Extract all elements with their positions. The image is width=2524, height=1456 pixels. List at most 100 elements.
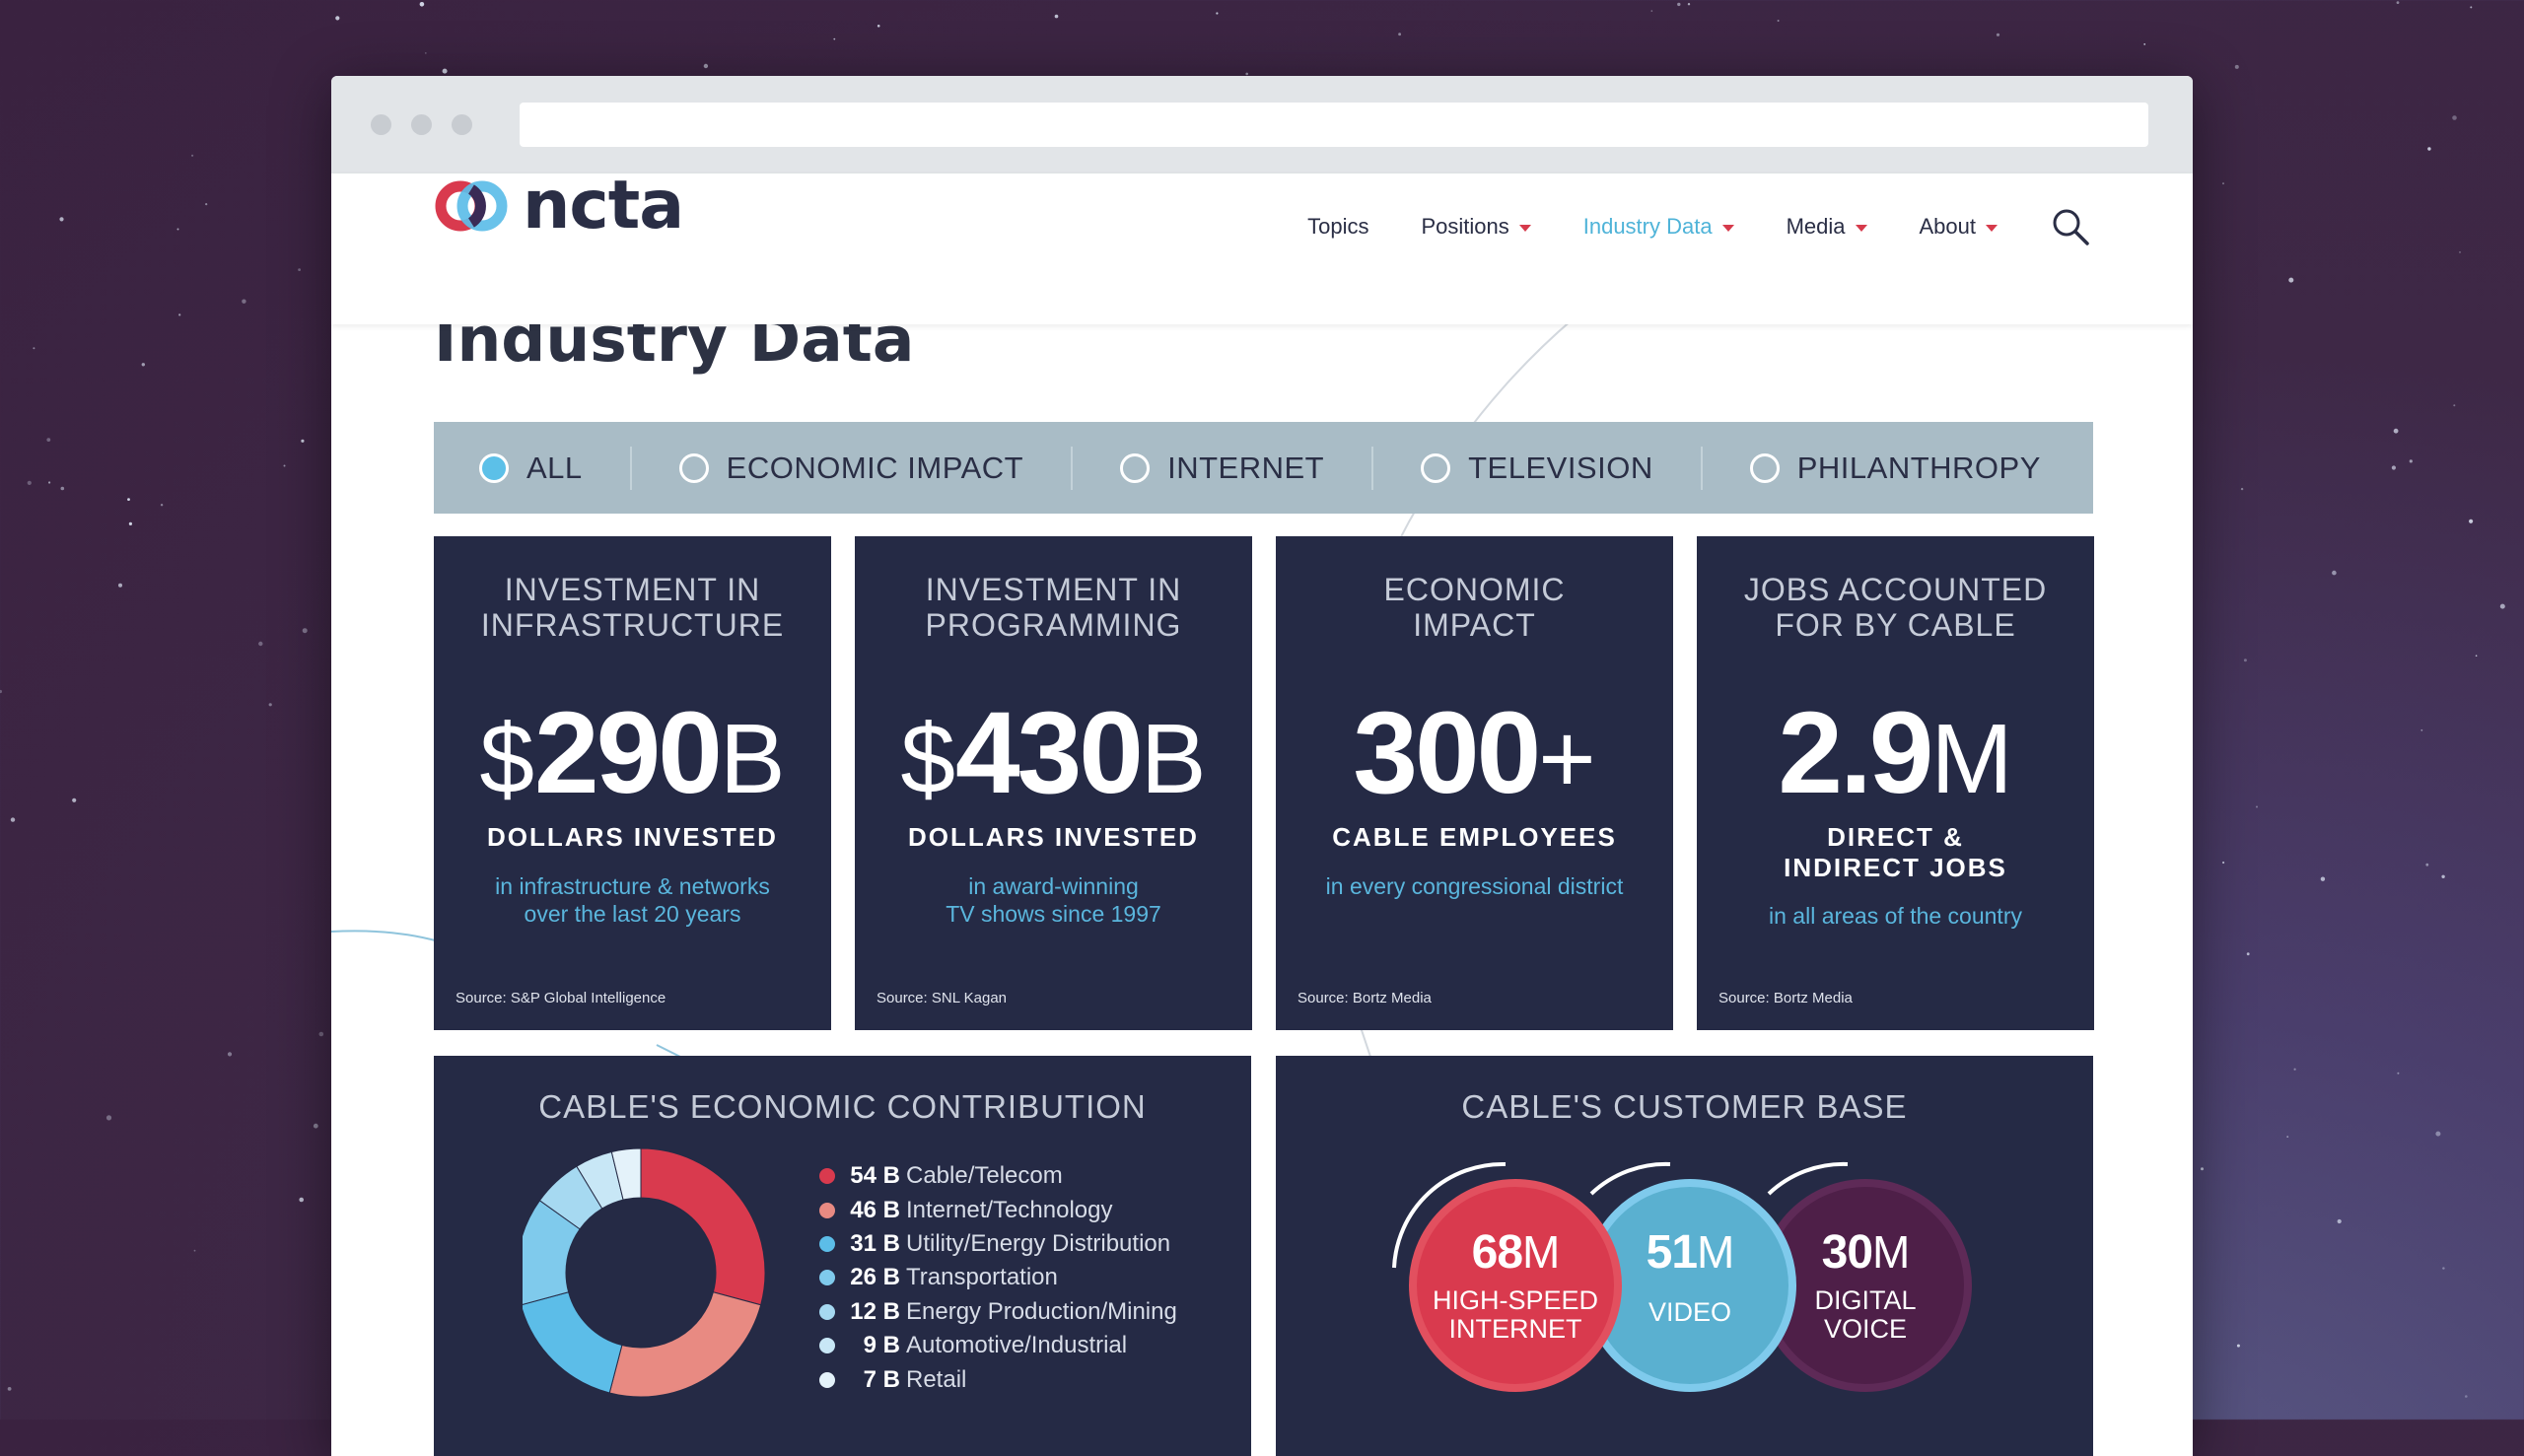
legend-swatch xyxy=(819,1168,835,1185)
donut-slice-utility-energy-distribution[interactable] xyxy=(523,1291,623,1394)
star xyxy=(7,1387,12,1391)
nav-item-topics[interactable]: Topics xyxy=(1307,214,1368,240)
stat-card-title: INVESTMENT IN PROGRAMMING xyxy=(855,572,1252,643)
star xyxy=(105,1115,112,1121)
star xyxy=(2470,6,2473,9)
radio-button[interactable] xyxy=(1749,452,1780,483)
legend-value: 31 B xyxy=(850,1229,900,1257)
stat-card-title: JOBS ACCOUNTED FOR BY CABLE xyxy=(1697,572,2094,643)
stat-card-source: Source: Bortz Media xyxy=(1297,990,1432,1006)
star xyxy=(2453,404,2456,407)
star xyxy=(2420,728,2423,731)
nav-item-media[interactable]: Media xyxy=(1787,214,1867,240)
star xyxy=(2293,1068,2296,1071)
star xyxy=(298,268,301,271)
star xyxy=(1996,33,2000,36)
star xyxy=(2396,1,2400,5)
stat-subtitle-line: DIRECT & xyxy=(1827,822,1964,852)
stat-card-description: in infrastructure & networks over the las… xyxy=(444,872,821,928)
stat-card-description: in all areas of the country xyxy=(1707,902,2084,930)
radio-button[interactable] xyxy=(479,452,509,483)
stat-card-description: in award-winning TV shows since 1997 xyxy=(865,872,1242,928)
stat-card-subtitle: DIRECT & INDIRECT JOBS xyxy=(1697,822,2094,883)
stat-subtitle-line: DOLLARS INVESTED xyxy=(487,822,778,852)
filter-economic-impact[interactable]: ECONOMIC IMPACT xyxy=(632,446,1074,490)
star xyxy=(876,25,880,28)
bubble-number: 30 xyxy=(1821,1226,1873,1279)
stat-card-title-line: ECONOMIC xyxy=(1383,572,1566,607)
bubble-number: 51 xyxy=(1646,1226,1698,1279)
customer-bubble[interactable]: 68M HIGH-SPEED INTERNET xyxy=(1409,1179,1622,1392)
star xyxy=(2442,1267,2445,1270)
stat-prefix: $ xyxy=(900,704,956,814)
star xyxy=(419,2,425,7)
star xyxy=(2409,459,2413,463)
star xyxy=(60,486,65,491)
bubble-label: VIDEO xyxy=(1591,1298,1788,1327)
star xyxy=(318,1031,324,1037)
stat-card[interactable]: INVESTMENT IN INFRASTRUCTURE $290B DOLLARS … xyxy=(434,536,831,1030)
legend-label: Energy Production/Mining xyxy=(906,1297,1177,1325)
bubble-number: 68 xyxy=(1471,1226,1523,1279)
caret-down-icon xyxy=(1518,225,1531,232)
stat-card-source: Source: S&P Global Intelligence xyxy=(456,990,666,1006)
economic-chart-legend: 54 B Cable/Telecom 46 B Internet/Technology… xyxy=(819,1159,1177,1397)
filter-label: INTERNET xyxy=(1167,450,1325,485)
nav-item-positions[interactable]: Positions xyxy=(1421,214,1531,240)
star xyxy=(2475,655,2478,657)
filter-all[interactable]: ALL xyxy=(434,446,632,490)
bubble-value: 30M xyxy=(1767,1226,1964,1279)
stat-card-source: Source: SNL Kagan xyxy=(876,990,1008,1006)
address-bar[interactable] xyxy=(520,103,2148,147)
stat-card-value: $430B xyxy=(855,694,1252,818)
star xyxy=(141,363,145,367)
radio-button[interactable] xyxy=(1421,452,1451,483)
star xyxy=(2337,1218,2342,1224)
radio-button[interactable] xyxy=(1120,452,1151,483)
star xyxy=(2441,874,2445,878)
legend-value: 54 B xyxy=(850,1162,900,1190)
legend-swatch xyxy=(819,1303,835,1320)
stat-description-line: in all areas of the country xyxy=(1769,903,2022,929)
stat-card[interactable]: ECONOMIC IMPACT 300+ CABLE EMPLOYEES in ever… xyxy=(1276,536,1673,1030)
donut-slice-cable-telecom[interactable] xyxy=(640,1147,766,1306)
stat-card-source: Source: Bortz Media xyxy=(1718,990,1853,1006)
radio-button[interactable] xyxy=(678,452,709,483)
stat-unit: + xyxy=(1538,704,1596,814)
stat-card[interactable]: INVESTMENT IN PROGRAMMING $430B DOLLARS INV… xyxy=(855,536,1252,1030)
stat-number: 2.9 xyxy=(1778,688,1933,818)
star xyxy=(2201,1167,2204,1171)
stat-description-line: in every congressional district xyxy=(1325,873,1624,899)
window-close-dot[interactable] xyxy=(371,114,391,135)
legend-swatch xyxy=(819,1338,835,1354)
donut-slice-internet-technology[interactable] xyxy=(608,1291,762,1398)
legend-label: Transportation xyxy=(906,1264,1058,1291)
nav-item-industry-data[interactable]: Industry Data xyxy=(1583,214,1734,240)
star xyxy=(2391,465,2396,470)
stat-card[interactable]: JOBS ACCOUNTED FOR BY CABLE 2.9M DIRECT & IN… xyxy=(1697,536,2094,1030)
star xyxy=(2332,570,2337,576)
star xyxy=(27,480,32,485)
stat-subtitle-line: INDIRECT JOBS xyxy=(1784,853,2007,882)
filter-internet[interactable]: INTERNET xyxy=(1073,446,1374,490)
star xyxy=(1398,33,1401,36)
star xyxy=(2286,1136,2289,1138)
filter-television[interactable]: TELEVISION xyxy=(1373,446,1703,490)
stat-unit: B xyxy=(719,704,786,814)
star xyxy=(703,63,709,69)
caret-down-icon xyxy=(1721,225,1734,232)
filter-philanthropy[interactable]: PHILANTHROPY xyxy=(1703,447,2088,490)
nav-item-about[interactable]: About xyxy=(1920,214,1998,240)
legend-label: Retail xyxy=(906,1365,967,1393)
window-minimize-dot[interactable] xyxy=(411,114,432,135)
filter-label: ALL xyxy=(526,450,583,485)
star xyxy=(2465,1395,2468,1398)
search-button[interactable] xyxy=(2051,207,2090,246)
legend-swatch xyxy=(819,1202,835,1218)
star xyxy=(160,504,164,507)
stat-card-title-line: INVESTMENT IN xyxy=(925,572,1182,607)
ncta-logo[interactable]: ncta xyxy=(434,130,684,281)
star xyxy=(227,1052,233,1057)
star xyxy=(59,217,64,222)
star xyxy=(302,628,308,634)
